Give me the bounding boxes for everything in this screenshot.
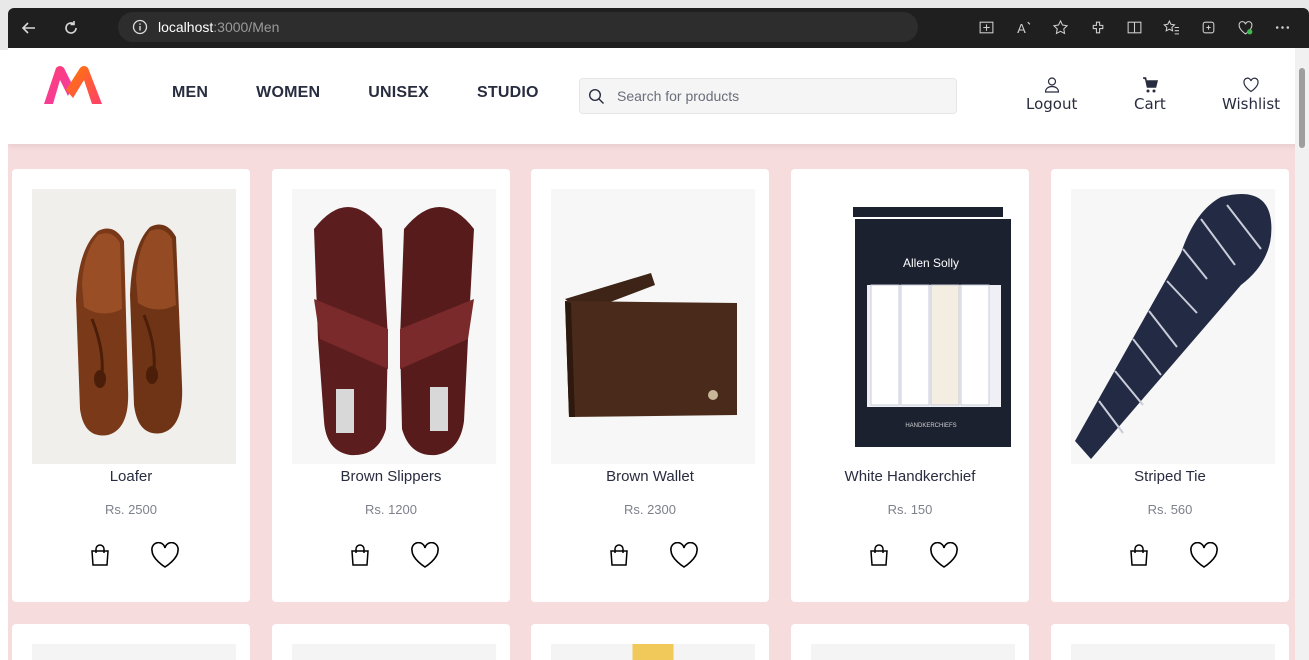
logout-button[interactable]: Logout — [1026, 76, 1077, 113]
page-scrollbar[interactable] — [1295, 48, 1309, 660]
url-host: localhost — [158, 19, 214, 35]
cart-icon — [1142, 77, 1158, 93]
product-name: Brown Wallet — [606, 468, 694, 485]
product-card[interactable]: Allen Solly HANDKERCHIEFS White Handkerc… — [791, 169, 1029, 602]
url-path: :3000/Men — [213, 19, 280, 35]
brand-logo[interactable] — [42, 64, 104, 106]
product-image — [32, 644, 236, 660]
product-image — [551, 644, 755, 660]
reload-icon[interactable] — [56, 13, 86, 43]
brand-print: Allen Solly — [903, 256, 959, 270]
product-price: Rs. 2300 — [623, 502, 677, 517]
product-image-striped-tie — [1071, 189, 1275, 464]
product-image-white-handkerchief: Allen Solly HANDKERCHIEFS — [811, 189, 1015, 464]
product-name: White Handkerchief — [844, 468, 976, 485]
nav-unisex[interactable]: UNISEX — [368, 84, 429, 102]
add-to-bag-icon[interactable] — [1127, 543, 1151, 567]
cart-button[interactable]: Cart — [1134, 76, 1166, 113]
browser-chrome: localhost:3000/Men A — [0, 0, 1309, 50]
browser-actions: A — [968, 12, 1301, 42]
product-image-brown-slippers — [292, 189, 496, 464]
product-card[interactable]: Striped Tie Rs. 560 — [1051, 169, 1289, 602]
page-content: MEN WOMEN UNISEX STUDIO Logout Cart Wish… — [8, 48, 1309, 660]
more-options-icon[interactable] — [1264, 12, 1301, 42]
favorite-star-icon[interactable] — [1042, 12, 1079, 42]
search-input[interactable] — [617, 88, 917, 104]
add-to-bag-icon[interactable] — [88, 543, 112, 567]
address-bar[interactable]: localhost:3000/Men — [118, 12, 918, 42]
logout-label: Logout — [1026, 95, 1078, 113]
main-nav: MEN WOMEN UNISEX STUDIO — [172, 84, 587, 102]
wishlist-heart-icon[interactable] — [1189, 542, 1219, 570]
wishlist-heart-icon[interactable] — [929, 542, 959, 570]
product-price: Rs. 150 — [887, 502, 933, 517]
product-name: Brown Slippers — [340, 468, 442, 485]
search-icon — [588, 88, 604, 104]
scrollbar-thumb[interactable] — [1299, 68, 1305, 148]
info-icon[interactable] — [132, 19, 148, 35]
product-image-brown-wallet — [551, 189, 755, 464]
wishlist-button[interactable]: Wishlist — [1222, 76, 1280, 113]
wishlist-heart-icon[interactable] — [410, 542, 440, 570]
nav-men[interactable]: MEN — [172, 84, 208, 102]
product-card[interactable] — [531, 624, 769, 660]
browser-essentials-icon[interactable] — [1227, 12, 1264, 42]
wishlist-label: Wishlist — [1222, 95, 1281, 113]
product-card[interactable] — [1051, 624, 1289, 660]
product-price: Rs. 560 — [1147, 502, 1193, 517]
product-card[interactable]: Brown Slippers Rs. 1200 — [272, 169, 510, 602]
collections-icon[interactable] — [1190, 12, 1227, 42]
product-image — [1071, 644, 1275, 660]
extensions-icon[interactable] — [1079, 12, 1116, 42]
product-card[interactable]: Brown Wallet Rs. 2300 — [531, 169, 769, 602]
product-name: Loafer — [109, 468, 153, 485]
wishlist-heart-icon — [1243, 77, 1259, 93]
add-to-bag-icon[interactable] — [348, 543, 372, 567]
site-header: MEN WOMEN UNISEX STUDIO Logout Cart Wish… — [8, 48, 1309, 144]
product-price: Rs. 2500 — [104, 502, 158, 517]
product-image — [292, 644, 496, 660]
wishlist-heart-icon[interactable] — [669, 542, 699, 570]
product-name: Striped Tie — [1134, 468, 1206, 485]
profile-icon — [1044, 77, 1059, 93]
search-box — [579, 78, 957, 114]
product-card[interactable] — [791, 624, 1029, 660]
product-card[interactable] — [12, 624, 250, 660]
add-to-bag-icon[interactable] — [867, 543, 891, 567]
add-to-bag-icon[interactable] — [607, 543, 631, 567]
product-image — [811, 644, 1015, 660]
svg-text:A: A — [1017, 21, 1026, 35]
product-image-loafer — [32, 189, 236, 464]
product-price: Rs. 1200 — [364, 502, 418, 517]
favorites-icon[interactable] — [1153, 12, 1190, 42]
product-card[interactable]: Loafer Rs. 2500 — [12, 169, 250, 602]
back-icon[interactable] — [14, 13, 44, 43]
nav-women[interactable]: WOMEN — [256, 84, 320, 102]
box-label-print: HANDKERCHIEFS — [905, 423, 956, 429]
browser-toolbar: localhost:3000/Men A — [8, 8, 1309, 48]
app-available-icon[interactable] — [968, 12, 1005, 42]
read-aloud-icon[interactable]: A — [1005, 12, 1042, 42]
nav-studio[interactable]: STUDIO — [477, 84, 539, 102]
split-screen-icon[interactable] — [1116, 12, 1153, 42]
wishlist-heart-icon[interactable] — [150, 542, 180, 570]
cart-label: Cart — [1134, 95, 1166, 113]
product-card[interactable] — [272, 624, 510, 660]
